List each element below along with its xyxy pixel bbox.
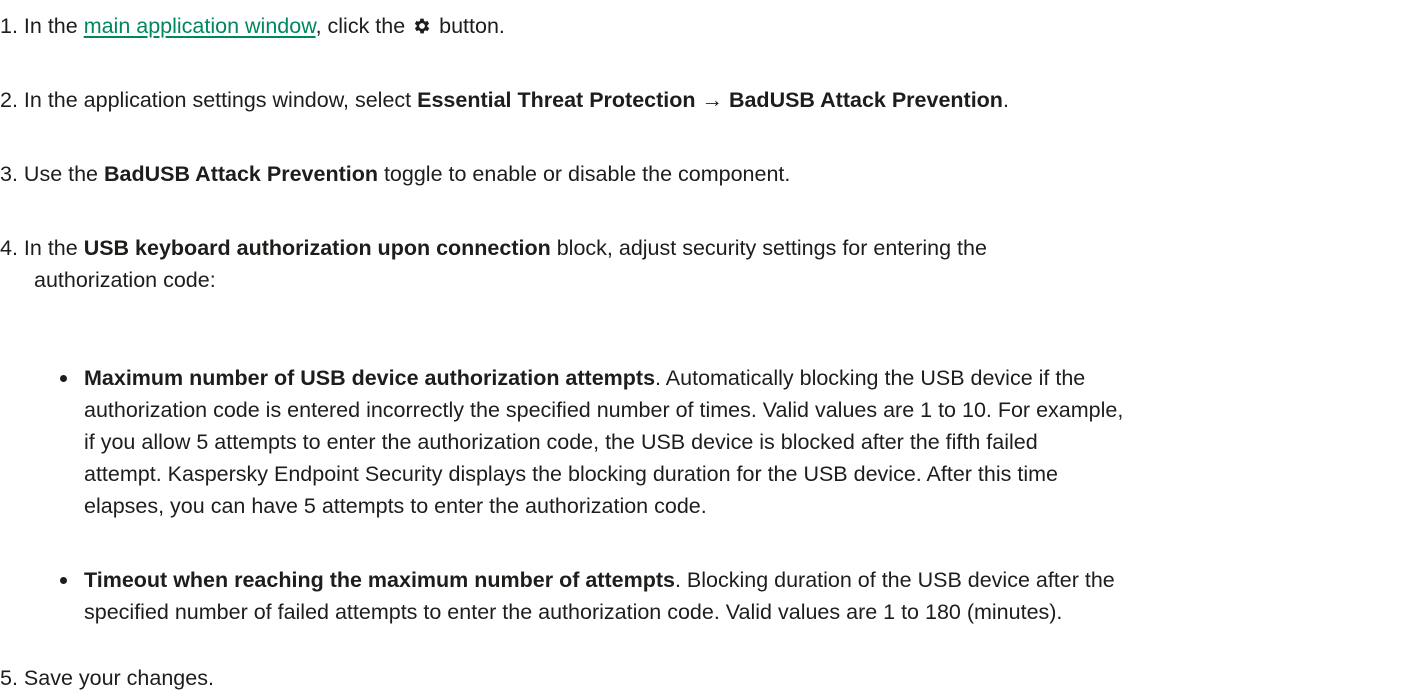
setting-description: authorization code is entered incorrectl… xyxy=(84,398,1124,422)
step-text: button. xyxy=(433,14,505,38)
step-number: 1. xyxy=(0,14,18,38)
setting-description: specified number of failed attempts to e… xyxy=(84,600,1063,624)
gear-icon xyxy=(412,16,432,36)
step-text: Save your changes. xyxy=(17,666,214,690)
step-text: Use the xyxy=(17,162,104,186)
setting-name: Timeout when reaching the maximum number… xyxy=(84,568,675,592)
setting-description: . Blocking duration of the USB device af… xyxy=(674,568,1115,592)
setting-name: Maximum number of USB device authorizati… xyxy=(84,366,656,390)
step-text-continued: authorization code: xyxy=(34,268,216,292)
step-text: In the xyxy=(17,236,84,260)
main-application-window-link[interactable]: main application window xyxy=(84,14,316,38)
menu-path: Essential Threat Protection → BadUSB Att… xyxy=(417,88,1003,112)
setting-description: . Automatically blocking the USB device … xyxy=(655,366,1086,390)
step-3: 3. Use the BadUSB Attack Prevention togg… xyxy=(0,158,1400,190)
step-number: 5. xyxy=(0,666,18,690)
step-number: 4. xyxy=(0,236,18,260)
setting-description: elapses, you can have 5 attempts to ente… xyxy=(84,494,707,518)
settings-list: Timeout when reaching the maximum number… xyxy=(60,564,1394,628)
step-2: 2. In the application settings window, s… xyxy=(0,84,1400,116)
step-text: . xyxy=(1002,88,1009,112)
step-number: 2. xyxy=(0,88,18,112)
list-item: Timeout when reaching the maximum number… xyxy=(60,564,1394,628)
settings-list: Maximum number of USB device authorizati… xyxy=(60,362,1394,522)
step-text: In the application settings window, sele… xyxy=(17,88,418,112)
step-5: 5. Save your changes. xyxy=(0,662,1400,694)
bullet-icon xyxy=(60,577,67,584)
step-number: 3. xyxy=(0,162,18,186)
step-text: block, adjust security settings for ente… xyxy=(550,236,987,260)
step-text: In the xyxy=(17,14,84,38)
list-item: Maximum number of USB device authorizati… xyxy=(60,362,1394,522)
step-text: , click the xyxy=(315,14,412,38)
step-1: 1. In the main application window, click… xyxy=(0,10,1400,42)
step-text: toggle to enable or disable the componen… xyxy=(377,162,791,186)
bullet-icon xyxy=(60,375,67,382)
toggle-name: BadUSB Attack Prevention xyxy=(103,162,378,186)
setting-description: attempt. Kaspersky Endpoint Security dis… xyxy=(84,462,1058,486)
block-name: USB keyboard authorization upon connecti… xyxy=(83,236,551,260)
step-4: 4. In the USB keyboard authorization upo… xyxy=(0,232,1400,296)
setting-description: if you allow 5 attempts to enter the aut… xyxy=(84,430,1038,454)
